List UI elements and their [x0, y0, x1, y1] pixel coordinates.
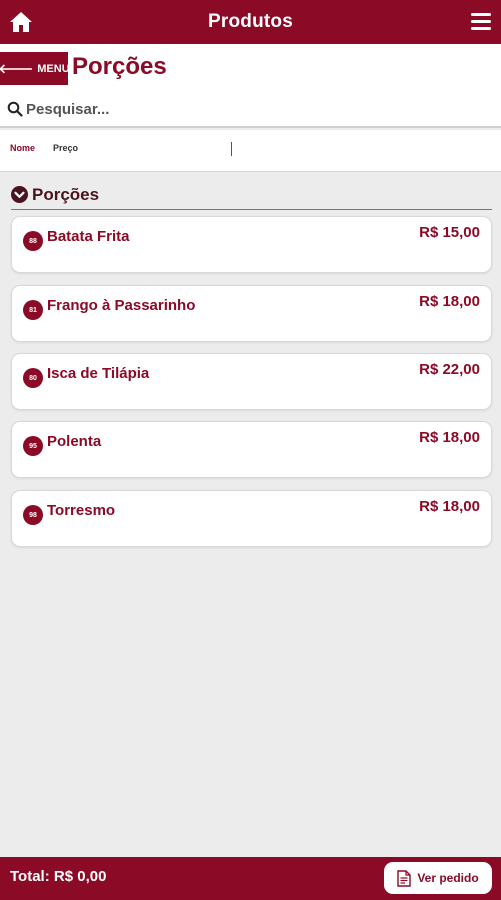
- product-name: Frango à Passarinho: [47, 297, 196, 314]
- chevron-down-circle-icon: [11, 186, 28, 203]
- product-price: R$ 18,00: [419, 293, 480, 310]
- product-price: R$ 15,00: [419, 224, 480, 241]
- column-divider: [231, 142, 232, 156]
- product-card[interactable]: 95 Polenta R$ 18,00: [11, 421, 492, 478]
- product-name: Polenta: [47, 433, 102, 450]
- view-order-label: Ver pedido: [417, 871, 479, 885]
- product-card[interactable]: 81 Frango à Passarinho R$ 18,00: [11, 285, 492, 342]
- hamburger-menu-icon[interactable]: [471, 13, 491, 31]
- product-card[interactable]: 80 Isca de Tilápia R$ 22,00: [11, 353, 492, 410]
- sort-by-name[interactable]: Nome: [10, 143, 35, 153]
- product-code-badge: 95: [23, 436, 43, 456]
- product-code-badge: 98: [23, 505, 43, 525]
- product-card[interactable]: 98 Torresmo R$ 18,00: [11, 490, 492, 547]
- product-price: R$ 22,00: [419, 361, 480, 378]
- product-price: R$ 18,00: [419, 429, 480, 446]
- product-name: Isca de Tilápia: [47, 365, 150, 382]
- order-total: Total: R$ 0,00: [10, 868, 107, 885]
- app-bar-title: Produtos: [208, 11, 293, 32]
- sort-by-price[interactable]: Preço: [53, 143, 78, 153]
- top-app-bar: Produtos: [0, 0, 501, 44]
- product-code-badge: 80: [23, 368, 43, 388]
- menu-button-label: MENU: [37, 62, 70, 75]
- page-header: 🡐 MENU Porções: [0, 44, 501, 92]
- home-icon[interactable]: [9, 11, 33, 33]
- product-price: R$ 18,00: [419, 498, 480, 515]
- search-input[interactable]: [26, 100, 466, 118]
- product-name: Batata Frita: [47, 228, 130, 245]
- document-icon: [397, 869, 412, 887]
- product-name: Torresmo: [47, 502, 116, 519]
- search-bar: [0, 92, 501, 128]
- search-icon: [7, 101, 23, 117]
- arrow-left-icon: 🡐: [0, 61, 34, 76]
- product-card[interactable]: 88 Batata Frita R$ 15,00: [11, 216, 492, 273]
- section-title: Porções: [32, 184, 100, 204]
- product-code-badge: 81: [23, 300, 43, 320]
- back-to-menu-button[interactable]: 🡐 MENU: [0, 52, 70, 85]
- view-order-button[interactable]: Ver pedido: [384, 862, 492, 894]
- category-section-header[interactable]: Porções: [11, 180, 492, 210]
- sort-columns-row: Nome Preço: [0, 130, 501, 172]
- order-footer: Total: R$ 0,00 Ver pedido: [0, 857, 501, 900]
- product-code-badge: 88: [23, 231, 43, 251]
- page-title: Porções: [72, 53, 167, 80]
